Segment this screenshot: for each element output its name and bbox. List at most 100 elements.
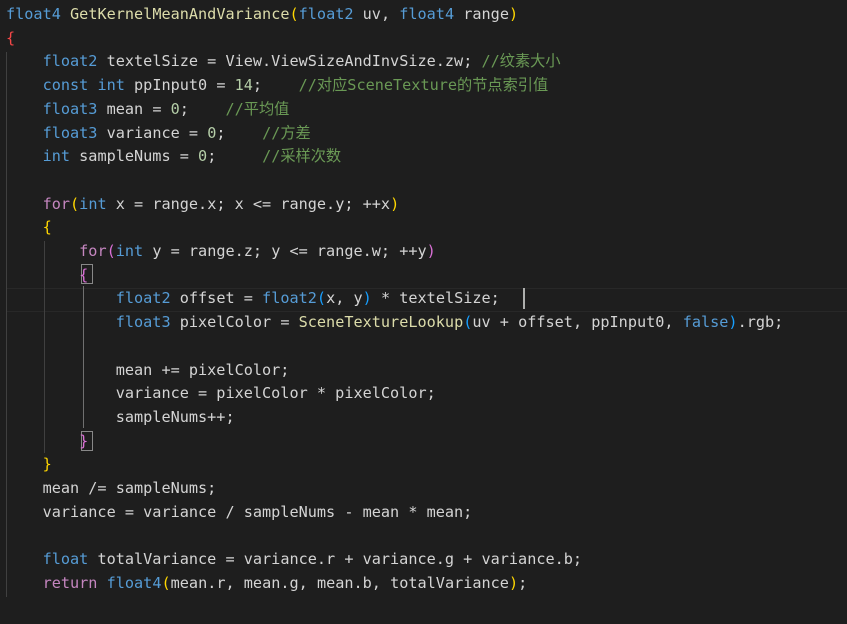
code-line[interactable]: float totalVariance = variance.r + varia…: [6, 548, 582, 572]
code-token: (: [161, 573, 171, 592]
code-token: variance =: [97, 123, 208, 142]
code-line[interactable]: variance = pixelColor * pixelColor;: [6, 382, 436, 406]
code-token: float: [42, 550, 89, 569]
code-token: SceneTextureLookup: [298, 313, 464, 332]
code-token: (: [106, 242, 116, 260]
code-token: //对应SceneTexture的节点索引值: [298, 76, 549, 95]
code-token: ): [728, 313, 738, 332]
code-token: //平均值: [225, 99, 290, 118]
code-line[interactable]: for(int y = range.z; y <= range.w; ++y): [6, 240, 436, 264]
code-token: x = range.x; x <= range.y; ++x: [106, 194, 391, 213]
code-token: float4: [399, 5, 455, 23]
code-line[interactable]: float2 offset = float2(x, y) * textelSiz…: [6, 287, 500, 311]
code-token: ;: [518, 573, 528, 592]
code-line[interactable]: mean += pixelColor;: [6, 359, 290, 383]
code-token: y = range.z; y <= range.w; ++y: [143, 242, 427, 260]
code-token: mean += pixelColor;: [6, 360, 290, 379]
code-token: int: [79, 194, 107, 213]
code-editor[interactable]: float4 GetKernelMeanAndVariance(float2 u…: [0, 0, 847, 624]
code-line[interactable]: float3 pixelColor = SceneTextureLookup(u…: [6, 311, 784, 335]
code-token: int: [115, 242, 144, 260]
code-token: (: [463, 313, 473, 332]
code-line[interactable]: const int ppInput0 = 14; //对应SceneTextur…: [6, 74, 549, 98]
code-token: sampleNums =: [70, 147, 199, 166]
code-token: ): [508, 573, 519, 592]
code-token: x, y: [326, 289, 363, 308]
code-token: ): [390, 194, 400, 213]
code-token: * textelSize;: [371, 289, 500, 308]
code-line[interactable]: float3 mean = 0; //平均值: [6, 98, 290, 122]
code-token: textelSize = View.ViewSizeAndInvSize.zw;: [97, 52, 482, 71]
code-token: float2: [262, 289, 317, 308]
code-token: (: [316, 289, 327, 308]
code-line[interactable]: sampleNums++;: [6, 406, 235, 430]
code-token: {: [6, 28, 16, 47]
code-line[interactable]: for(int x = range.x; x <= range.y; ++x): [6, 193, 400, 217]
code-line[interactable]: }: [6, 430, 88, 454]
code-line[interactable]: {: [6, 264, 88, 288]
code-token: variance = pixelColor * pixelColor;: [6, 384, 436, 403]
code-token: pixelColor =: [170, 313, 299, 332]
code-token: //方差: [262, 123, 311, 142]
code-token: float4: [106, 573, 162, 592]
code-line[interactable]: float2 textelSize = View.ViewSizeAndInvS…: [6, 50, 561, 74]
code-token: ): [508, 5, 519, 23]
code-token: totalVariance = variance.r + variance.g …: [88, 550, 583, 569]
code-token: float2: [115, 289, 171, 308]
code-token: }: [42, 455, 52, 474]
code-token: (: [70, 194, 80, 213]
code-line[interactable]: variance = variance / sampleNums - mean …: [6, 501, 473, 525]
code-token: float3: [115, 313, 171, 332]
code-token: 0: [198, 147, 208, 166]
code-line[interactable]: {: [6, 216, 52, 240]
code-token: float3: [42, 123, 98, 142]
code-line[interactable]: {: [6, 27, 15, 51]
code-token: float4: [6, 5, 61, 23]
code-token: mean /= sampleNums;: [6, 479, 217, 497]
code-token: ;: [252, 76, 299, 95]
code-token: //采样次数: [262, 147, 342, 166]
code-token: }: [79, 431, 89, 450]
code-token: sampleNums++;: [6, 407, 235, 426]
code-line[interactable]: }: [6, 453, 52, 477]
code-line[interactable]: float3 variance = 0; //方差: [6, 122, 311, 146]
code-token: float3: [42, 99, 98, 118]
code-token: {: [79, 265, 89, 284]
code-token: int: [97, 76, 125, 95]
code-line[interactable]: float4 GetKernelMeanAndVariance(float2 u…: [6, 3, 518, 27]
code-token: range: [454, 5, 509, 23]
code-token: ppInput0 =: [124, 76, 235, 95]
code-token: uv,: [353, 5, 400, 23]
code-token: ): [362, 289, 372, 308]
code-token: int: [42, 147, 71, 166]
code-token: 0: [170, 99, 180, 118]
code-token: //纹素大小: [481, 52, 561, 71]
code-token: false: [682, 313, 729, 332]
text-cursor: [523, 288, 525, 309]
code-line[interactable]: int sampleNums = 0; //采样次数: [6, 145, 342, 169]
code-token: 0: [207, 123, 217, 142]
code-token: for: [42, 194, 71, 213]
code-token: {: [42, 218, 52, 237]
code-token: variance = variance / sampleNums - mean …: [6, 502, 473, 521]
code-token: const: [42, 76, 89, 95]
code-token: ): [426, 242, 436, 260]
code-line[interactable]: return float4(mean.r, mean.g, mean.b, to…: [6, 572, 528, 596]
code-token: float2: [42, 52, 98, 71]
code-line[interactable]: mean /= sampleNums;: [6, 477, 217, 501]
code-token: uv + offset, ppInput0,: [472, 313, 683, 332]
